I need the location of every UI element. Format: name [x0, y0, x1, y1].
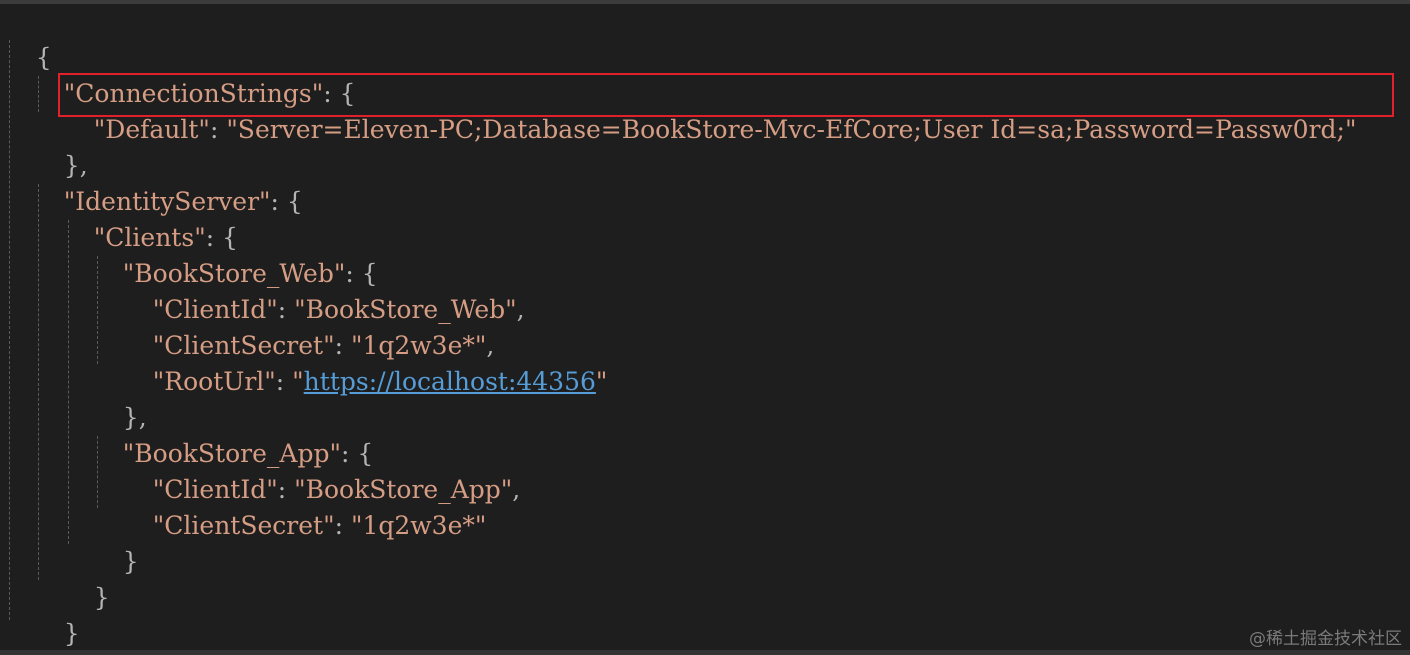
quote: " — [292, 367, 304, 396]
brace-close: } — [93, 583, 110, 612]
comma: , — [512, 475, 521, 504]
client-secret-value: "1q2w3e*" — [350, 511, 487, 540]
root-url-link[interactable]: https://localhost:44356 — [304, 367, 596, 396]
code-line-5: "IdentityServer": { — [32, 148, 303, 216]
code-line-17: } — [32, 580, 80, 648]
code-line-18: } — [4, 616, 52, 652]
code-line-13: "ClientId": "BookStore_App", — [121, 436, 520, 504]
code-line-6: "Clients": { — [62, 184, 238, 252]
code-line-16: } — [62, 544, 110, 612]
code-line-4: }, — [32, 112, 88, 180]
code-line-1: { — [4, 4, 52, 72]
key-client-secret: "ClientSecret" — [152, 511, 335, 540]
code-line-2: "ConnectionStrings": { — [32, 40, 356, 108]
code-line-15: } — [91, 508, 139, 576]
quote: " — [595, 367, 608, 396]
punctuation: : { — [270, 187, 303, 216]
indent-guide — [9, 40, 10, 620]
code-editor[interactable]: { "ConnectionStrings": { "Default": "Ser… — [0, 0, 1410, 655]
key-default: "Default" — [93, 115, 210, 144]
punctuation: : — [209, 115, 227, 144]
code-line-7: "BookStore_Web": { — [91, 220, 378, 288]
code-line-8: "ClientId": "BookStore_Web", — [121, 256, 525, 324]
punctuation: : — [334, 511, 351, 540]
bottom-border — [0, 650, 1410, 655]
code-line-11: }, — [91, 364, 147, 432]
code-line-9: "ClientSecret": "1q2w3e*", — [121, 292, 495, 360]
watermark: @稀土掘金技术社区 — [1249, 629, 1402, 649]
brace-close: } — [122, 547, 139, 576]
code-line-12: "BookStore_App": { — [91, 400, 373, 468]
code-line-14: "ClientSecret": "1q2w3e*" — [121, 472, 487, 540]
punctuation: : — [275, 367, 293, 396]
connection-string-value: "Server=Eleven-PC;Database=BookStore-Mvc… — [226, 115, 1357, 144]
code-line-10: "RootUrl": "https://localhost:44356" — [121, 328, 608, 396]
key-root-url: "RootUrl" — [152, 367, 276, 396]
highlight-box — [58, 73, 1394, 117]
comma: , — [516, 295, 525, 324]
brace-close: } — [63, 619, 80, 648]
